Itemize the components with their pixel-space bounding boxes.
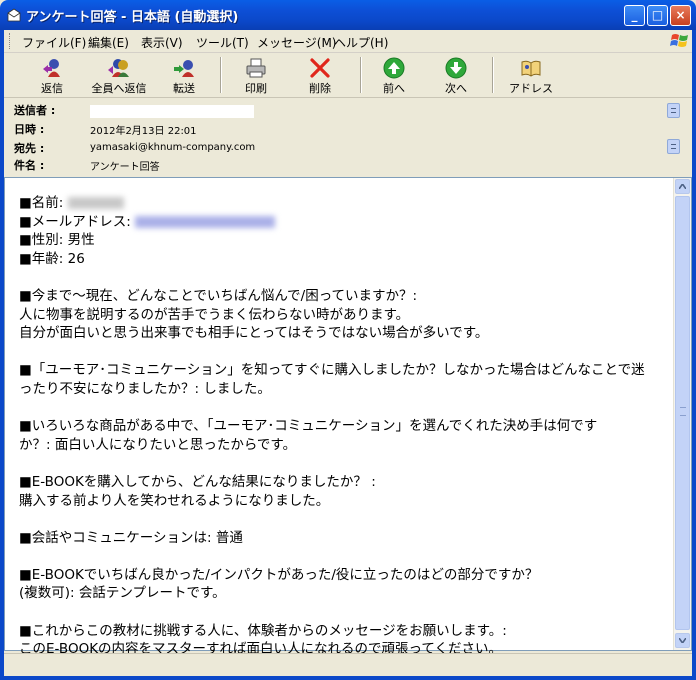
date-label: 日時 : (14, 123, 45, 136)
question-7-line-1: ■これからこの教材に挑戦する人に、体験者からのメッセージをお願いします。: (19, 622, 507, 639)
delete-button[interactable]: 削除 (298, 55, 342, 95)
window-title: アンケート回答 - 日本語 (自動選択) (26, 10, 239, 25)
answer-1-line-2: 自分が面白いと思う出来事でも相手にとってはそうではない場合が多いです。 (19, 325, 489, 342)
next-button[interactable]: 次へ (434, 55, 478, 95)
title-bar[interactable]: アンケート回答 - 日本語 (自動選択) _ □ × (0, 0, 696, 30)
forward-icon (174, 60, 194, 77)
delete-label: 削除 (309, 82, 331, 95)
print-label: 印刷 (245, 82, 267, 95)
reply-all-icon (108, 59, 129, 77)
gender-label: ■性別: (19, 232, 64, 249)
from-value[interactable] (90, 105, 254, 118)
toolbar-separator (492, 57, 493, 93)
arrow-down-icon (445, 57, 467, 79)
question-2-line-2: ったり不安になりましたか？: しました。 (19, 380, 271, 397)
chevron-up-icon (679, 184, 686, 189)
toolbar: 返信 全員へ返信 転送 印刷 削除 前へ 次へ アドレス (4, 53, 692, 98)
reply-all-button[interactable]: 全員へ返信 (86, 55, 152, 95)
question-6-line-2: (複数可): 会話テンプレートです。 (19, 585, 226, 602)
email-line: ■メールアドレス: (19, 213, 659, 232)
arrow-up-icon (383, 57, 405, 79)
maximize-button[interactable]: □ (647, 5, 668, 26)
forward-button[interactable]: 転送 (162, 55, 206, 95)
print-button[interactable]: 印刷 (234, 55, 278, 95)
addresses-label: アドレス (509, 82, 553, 95)
question-5: ■会話やコミュニケーションは: 普通 (19, 529, 243, 546)
menu-edit[interactable]: 編集(E) (88, 34, 129, 51)
scroll-down-button[interactable] (675, 633, 690, 648)
name-label: ■名前: (19, 195, 64, 211)
menu-help[interactable]: ヘルプ(H) (334, 34, 388, 51)
to-label: 宛先 : (14, 142, 45, 155)
windows-logo-icon (670, 34, 688, 47)
question-2-line-1: ■「ユーモア･コミュニケーション」を知ってすぐに購入しましたか？しなかった場合は… (19, 362, 645, 379)
minimize-button[interactable]: _ (624, 5, 645, 26)
chevron-down-icon (679, 638, 686, 643)
age-label: ■年齢: (19, 250, 64, 267)
delete-x-icon (310, 58, 330, 78)
redacted-email (135, 215, 276, 228)
subject-label: 件名 : (14, 159, 45, 172)
previous-button[interactable]: 前へ (372, 55, 416, 95)
reply-label: 返信 (41, 82, 63, 95)
close-button[interactable]: × (670, 5, 691, 26)
window-frame-right (692, 30, 696, 680)
header-scroll-toggle[interactable] (667, 139, 680, 154)
header-scroll-toggle[interactable] (667, 103, 680, 118)
question-3-line-1: ■いろいろな商品がある中で、「ユーモア･コミュニケーション」を選んでくれた決め手… (19, 418, 598, 435)
toolbar-separator (220, 57, 221, 93)
message-text: ■名前: ■メールアドレス: ■性別: 男性 ■年齢: 26 ■今まで〜現在、ど… (19, 194, 659, 659)
subject-value: アンケート回答 (90, 162, 160, 173)
question-4: ■E-BOOKを購入してから、どんな結果になりましたか？ : (19, 473, 376, 490)
answer-4: 購入する前より人を笑わせれるようになりました。 (19, 492, 330, 509)
menu-tools[interactable]: ツール(T) (196, 34, 249, 51)
email-label: ■メールアドレス: (19, 213, 131, 230)
age-line: ■年齢: 26 (19, 250, 659, 269)
question-1: ■今まで〜現在、どんなことでいちばん悩んで/困っていますか？: (19, 287, 418, 304)
address-book-icon (521, 60, 541, 77)
next-label: 次へ (445, 82, 467, 95)
gender-value: 男性 (67, 232, 95, 249)
name-line: ■名前: (19, 194, 659, 213)
message-header: 送信者 : 日時 : 2012年2月13日 22:01 宛先 : yamasak… (4, 98, 692, 174)
window-frame-bottom (0, 676, 696, 680)
question-3-line-2: か？: 面白い人になりたいと思ったからです。 (19, 436, 297, 453)
printer-icon (246, 58, 266, 78)
mail-message-icon (7, 8, 21, 22)
reply-icon (43, 59, 60, 77)
age-value: 26 (67, 250, 85, 267)
menu-message[interactable]: メッセージ(M) (257, 34, 336, 51)
toolbar-separator (360, 57, 361, 93)
reply-all-label: 全員へ返信 (91, 82, 147, 95)
previous-label: 前へ (383, 82, 405, 95)
to-value[interactable]: yamasaki@khnum-company.com (90, 142, 255, 153)
menu-view[interactable]: 表示(V) (141, 34, 183, 51)
scroll-up-button[interactable] (675, 179, 690, 194)
answer-1-line-1: 人に物事を説明するのが苦手でうまく伝わらない時があります。 (19, 306, 410, 323)
from-label: 送信者 : (14, 104, 56, 117)
gender-line: ■性別: 男性 (19, 231, 659, 250)
forward-label: 転送 (173, 82, 195, 95)
addresses-button[interactable]: アドレス (504, 55, 558, 95)
message-body[interactable]: ■名前: ■メールアドレス: ■性別: 男性 ■年齢: 26 ■今まで〜現在、ど… (4, 177, 692, 657)
vertical-scrollbar[interactable] (673, 178, 691, 650)
menu-file[interactable]: ファイル(F) (22, 34, 86, 51)
date-value: 2012年2月13日 22:01 (90, 126, 197, 137)
redacted-name (67, 197, 124, 209)
question-6-line-1: ■E-BOOKでいちばん良かった/インパクトがあった/役に立ったのはどの部分です… (19, 566, 539, 583)
menu-bar: ファイル(F) 編集(E) 表示(V) ツール(T) メッセージ(M) ヘルプ(… (4, 30, 692, 53)
menu-grip (9, 33, 13, 49)
reply-button[interactable]: 返信 (28, 55, 76, 95)
status-bar (4, 653, 692, 676)
thumb-grip (680, 407, 686, 416)
scrollbar-thumb[interactable] (675, 196, 690, 630)
